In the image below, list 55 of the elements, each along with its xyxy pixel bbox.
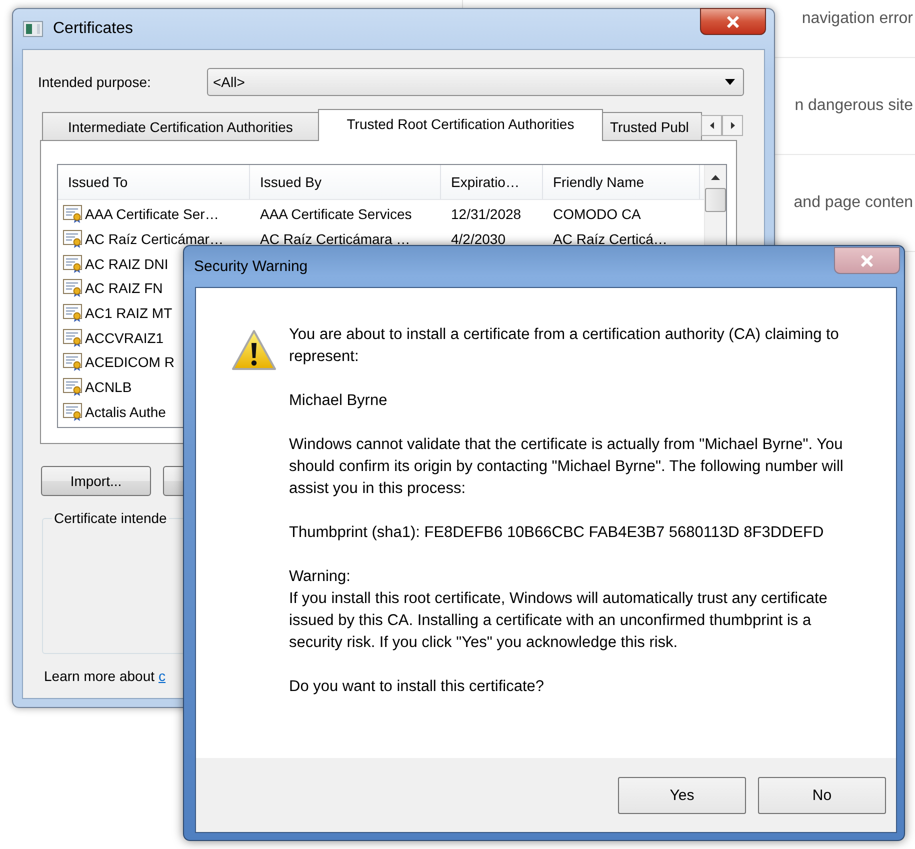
table-cell-text: COMODO CA — [552, 206, 642, 222]
window-title: Certificates — [53, 20, 134, 38]
purpose-dropdown[interactable]: <All> — [207, 68, 744, 96]
message-text: Windows cannot validate that the certificate is actually from "Michael Byrne". You should confirm its origin by contacting "Michael Byrne". The following number will assist you in this process: — [289, 435, 844, 499]
window-icon — [23, 21, 43, 37]
table-cell-text: 12/31/2028 — [450, 206, 522, 222]
window-title: Security Warning — [194, 258, 308, 275]
message-text: Do you want to install this certificate? — [289, 677, 546, 697]
column-header[interactable]: Expiratio… — [441, 165, 543, 199]
learn-more-link[interactable]: c — [158, 668, 166, 684]
column-header[interactable]: Issued By — [250, 165, 441, 199]
setting-label: navigation error — [802, 10, 913, 28]
up-arrow-icon[interactable] — [711, 175, 720, 180]
certificate-icon — [63, 205, 83, 224]
table-cell: AAA Certificate Ser… — [58, 205, 250, 224]
close-button[interactable] — [700, 8, 766, 35]
certificate-icon — [63, 402, 83, 421]
message-text: Michael Byrne — [289, 391, 388, 411]
field-label: Intended purpose: — [38, 74, 152, 90]
table-cell-text: AC Raíz Certicá… — [552, 231, 668, 248]
table-cell-text: AAA Certificate Services — [259, 206, 413, 222]
setting-label: n dangerous site — [794, 97, 913, 115]
certificate-icon — [63, 230, 83, 248]
tab[interactable]: Intermediate Certification Authorities — [42, 112, 319, 140]
message-text: Warning: If you install this root certificate, Windows will automatically trust any certificate issued by this CA. Installing a certificate with an unconfirmed thumbprint is a security risk. If you click "Yes" you acknowledge this risk. — [289, 567, 828, 653]
column-header[interactable]: Friendly Name — [543, 165, 700, 199]
certificate-icon — [63, 328, 83, 347]
scroll-thumb[interactable] — [705, 188, 726, 212]
table-cell-text: AC Raíz Certicámara … — [259, 231, 412, 248]
setting-label: and page conten — [794, 194, 913, 212]
dialog-button[interactable]: Yes — [618, 776, 746, 814]
certificate-icon — [63, 378, 83, 396]
tab[interactable]: Trusted Root Certification Authorities — [318, 109, 603, 141]
tab[interactable]: Trusted Publ — [602, 112, 702, 140]
warning-icon — [231, 329, 277, 371]
caret-icon — [725, 79, 735, 85]
right-arrow-icon — [730, 122, 734, 129]
certificate-icon — [63, 304, 83, 322]
group-label: Certificate intende — [52, 510, 169, 526]
certificate-icon — [63, 254, 83, 273]
dialog-button[interactable]: No — [758, 776, 886, 814]
message-text: You are about to install a certificate from a certification authority (CA) claiming to represent: — [289, 325, 840, 367]
message-text: Thumbprint (sha1): FE8DEFB6 10B66CBC FAB4E3B7 5680113D 8F3DDEFD — [289, 523, 825, 543]
table-cell: AC Raíz Certicámar… — [58, 230, 250, 248]
import-button[interactable]: Import... — [41, 466, 151, 496]
certificate-icon — [63, 279, 83, 298]
scroll-right-button[interactable] — [722, 115, 743, 136]
close-icon — [726, 16, 740, 28]
left-arrow-icon — [710, 122, 714, 129]
column-header[interactable]: Issued To — [58, 165, 250, 199]
table-cell-text: 4/2/2030 — [450, 231, 506, 248]
learn-more-text: Learn more about — [44, 668, 155, 684]
certificate-icon — [63, 353, 83, 372]
close-icon — [860, 254, 874, 266]
scroll-left-button[interactable] — [701, 115, 722, 136]
